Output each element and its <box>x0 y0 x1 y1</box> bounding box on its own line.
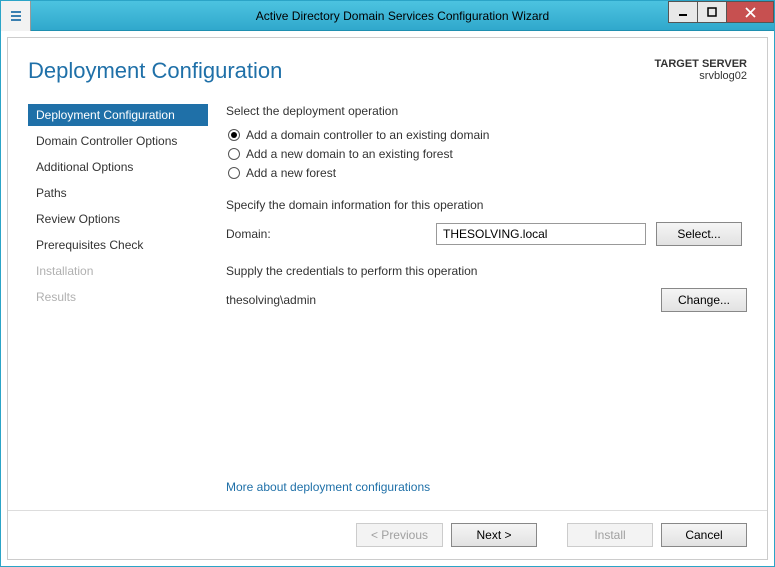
radio-add-dc-existing-domain[interactable]: Add a domain controller to an existing d… <box>228 128 747 142</box>
maximize-button[interactable] <box>697 1 727 23</box>
sidebar-item-review-options[interactable]: Review Options <box>28 208 208 230</box>
close-button[interactable] <box>726 1 774 23</box>
window-title: Active Directory Domain Services Configu… <box>31 9 774 23</box>
domain-input[interactable] <box>436 223 646 245</box>
radio-icon <box>228 167 240 179</box>
page-title: Deployment Configuration <box>28 58 655 84</box>
target-server-label: TARGET SERVER <box>655 58 748 70</box>
radio-add-domain-existing-forest[interactable]: Add a new domain to an existing forest <box>228 147 747 161</box>
install-button: Install <box>567 523 653 547</box>
credentials-section-label: Supply the credentials to perform this o… <box>226 264 747 278</box>
target-server-value: srvblog02 <box>655 70 748 82</box>
radio-icon <box>228 129 240 141</box>
sidebar-item-additional-options[interactable]: Additional Options <box>28 156 208 178</box>
sidebar-item-prerequisites-check[interactable]: Prerequisites Check <box>28 234 208 256</box>
domain-section-label: Specify the domain information for this … <box>226 198 747 212</box>
radio-label: Add a domain controller to an existing d… <box>246 128 489 142</box>
radio-label: Add a new forest <box>246 166 336 180</box>
titlebar: Active Directory Domain Services Configu… <box>1 1 774 31</box>
credentials-value: thesolving\admin <box>226 293 651 307</box>
sidebar-item-domain-controller-options[interactable]: Domain Controller Options <box>28 130 208 152</box>
sidebar-item-installation: Installation <box>28 260 208 282</box>
next-button[interactable]: Next > <box>451 523 537 547</box>
cancel-button[interactable]: Cancel <box>661 523 747 547</box>
sidebar-item-deployment-configuration[interactable]: Deployment Configuration <box>28 104 208 126</box>
help-link[interactable]: More about deployment configurations <box>226 480 430 494</box>
system-menu-icon[interactable] <box>1 1 31 31</box>
radio-icon <box>228 148 240 160</box>
wizard-footer: < Previous Next > Install Cancel <box>8 510 767 559</box>
select-domain-button[interactable]: Select... <box>656 222 742 246</box>
minimize-button[interactable] <box>668 1 698 23</box>
operation-section-label: Select the deployment operation <box>226 104 747 118</box>
radio-label: Add a new domain to an existing forest <box>246 147 453 161</box>
main-panel: Select the deployment operation Add a do… <box>226 104 747 460</box>
change-credentials-button[interactable]: Change... <box>661 288 747 312</box>
domain-field-label: Domain: <box>226 227 426 241</box>
previous-button: < Previous <box>356 523 443 547</box>
sidebar-item-paths[interactable]: Paths <box>28 182 208 204</box>
target-server-block: TARGET SERVER srvblog02 <box>655 58 748 82</box>
sidebar-item-results: Results <box>28 286 208 308</box>
wizard-steps-sidebar: Deployment Configuration Domain Controll… <box>28 104 208 460</box>
radio-add-new-forest[interactable]: Add a new forest <box>228 166 747 180</box>
